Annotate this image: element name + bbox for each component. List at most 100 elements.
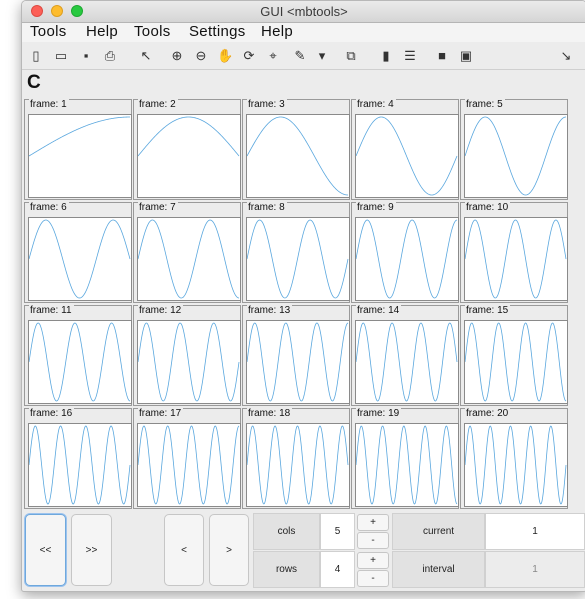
sine-plot (29, 425, 131, 505)
frame-label: frame: 5 (465, 99, 505, 110)
sine-curve (465, 116, 567, 196)
rows-increment-button[interactable]: + (357, 552, 389, 569)
menu-help[interactable]: Help (86, 23, 118, 40)
hide-plot-tools-icon[interactable]: ■ (434, 48, 450, 64)
frame-axes[interactable] (28, 217, 132, 301)
sine-curve (465, 219, 567, 299)
frame-label: frame: 19 (356, 408, 402, 419)
window-title: GUI <mbtools> (260, 4, 348, 19)
pan-hand-icon[interactable]: ✋ (217, 48, 233, 64)
frame-label: frame: 9 (356, 202, 396, 213)
print-icon[interactable]: ⎙ (102, 48, 118, 64)
prev-frame-button[interactable]: < (164, 514, 204, 586)
sine-plot (356, 322, 458, 402)
rows-decrement-button[interactable]: - (357, 570, 389, 587)
sine-plot (29, 116, 130, 157)
sine-curve (29, 219, 131, 299)
sine-curve (138, 322, 240, 402)
sine-curve (247, 322, 349, 402)
app-window: GUI <mbtools> Tools Help Tools Settings … (21, 0, 585, 592)
frame-axes[interactable] (464, 320, 568, 404)
first-frame-label: << (39, 545, 52, 556)
expand-toolbar-icon[interactable]: ↘ (558, 48, 574, 64)
data-cursor-icon[interactable]: ⌖ (265, 48, 281, 64)
cols-decrement-button[interactable]: - (357, 532, 389, 549)
frame-axes[interactable] (28, 320, 132, 404)
frame-axes[interactable] (355, 114, 459, 198)
sine-curve (465, 322, 567, 402)
new-file-icon[interactable]: ▯ (28, 48, 44, 64)
frame-label: frame: 13 (247, 305, 293, 316)
frame-label: frame: 20 (465, 408, 511, 419)
brush-dropdown-icon[interactable]: ▾ (314, 48, 330, 64)
menu-tools[interactable]: Tools (30, 23, 67, 40)
open-folder-icon[interactable]: ▭ (53, 48, 69, 64)
current-label: current (392, 513, 485, 550)
frame-panel: frame: 18 (242, 408, 350, 509)
frame-label: frame: 18 (247, 408, 293, 419)
colorbar-icon[interactable]: ▮ (378, 48, 394, 64)
frame-axes[interactable] (464, 114, 568, 198)
menu-help-2[interactable]: Help (261, 23, 293, 40)
frame-axes[interactable] (464, 217, 568, 301)
link-plot-icon[interactable]: ⧉ (343, 48, 359, 64)
sine-plot (356, 116, 458, 196)
sine-curve (247, 219, 349, 299)
frame-axes[interactable] (137, 114, 241, 198)
last-frame-button[interactable]: >> (71, 514, 112, 586)
frame-axes[interactable] (28, 423, 132, 507)
current-field[interactable]: 1 (485, 513, 585, 550)
brush-icon[interactable]: ✎ (292, 48, 308, 64)
menu-tools-2[interactable]: Tools (134, 23, 171, 40)
prev-frame-label: < (181, 545, 187, 556)
frame-axes[interactable] (355, 320, 459, 404)
frame-panel: frame: 19 (351, 408, 459, 509)
frame-axes[interactable] (246, 320, 350, 404)
frame-panel: frame: 15 (460, 305, 568, 406)
sine-curve (138, 425, 240, 505)
frame-axes[interactable] (355, 217, 459, 301)
refresh-icon[interactable]: C (27, 72, 41, 94)
rotate-3d-icon[interactable]: ⟳ (241, 48, 257, 64)
frame-axes[interactable] (137, 423, 241, 507)
frame-axes[interactable] (355, 423, 459, 507)
frame-panel: frame: 12 (133, 305, 241, 406)
cols-field[interactable]: 5 (320, 513, 355, 550)
frame-panel: frame: 13 (242, 305, 350, 406)
first-frame-button[interactable]: << (25, 514, 66, 586)
frame-axes[interactable] (246, 423, 350, 507)
sine-curve (138, 116, 240, 157)
show-plot-tools-icon[interactable]: ▣ (458, 48, 474, 64)
zoom-out-icon[interactable]: ⊖ (193, 48, 209, 64)
rows-field[interactable]: 4 (320, 551, 355, 588)
legend-icon[interactable]: ☰ (402, 48, 418, 64)
cols-increment-button[interactable]: + (357, 514, 389, 531)
frame-axes[interactable] (246, 217, 350, 301)
sine-plot (465, 425, 567, 505)
pointer-icon[interactable]: ↖ (138, 48, 154, 64)
frame-panel: frame: 20 (460, 408, 568, 509)
frame-panel: frame: 17 (133, 408, 241, 509)
frame-axes[interactable] (464, 423, 568, 507)
frame-axes[interactable] (246, 114, 350, 198)
save-icon[interactable]: ▪ (78, 48, 94, 64)
frame-label: frame: 12 (138, 305, 184, 316)
cols-label: cols (253, 513, 320, 550)
zoom-in-icon[interactable]: ⊕ (169, 48, 185, 64)
sine-curve (29, 116, 130, 157)
frame-panel: frame: 11 (24, 305, 132, 406)
menu-settings[interactable]: Settings (189, 23, 246, 40)
frame-label: frame: 6 (29, 202, 69, 213)
frame-axes[interactable] (137, 320, 241, 404)
sine-plot (247, 219, 349, 299)
frame-axes[interactable] (137, 217, 241, 301)
title-bar: GUI <mbtools> (22, 1, 585, 23)
frame-axes[interactable] (28, 114, 132, 198)
interval-field[interactable]: 1 (485, 551, 585, 588)
sine-curve (29, 322, 131, 402)
frame-panel: frame: 1 (24, 99, 132, 200)
frame-label: frame: 14 (356, 305, 402, 316)
next-frame-button[interactable]: > (209, 514, 249, 586)
frame-panel: frame: 3 (242, 99, 350, 200)
frame-label: frame: 1 (29, 99, 69, 110)
